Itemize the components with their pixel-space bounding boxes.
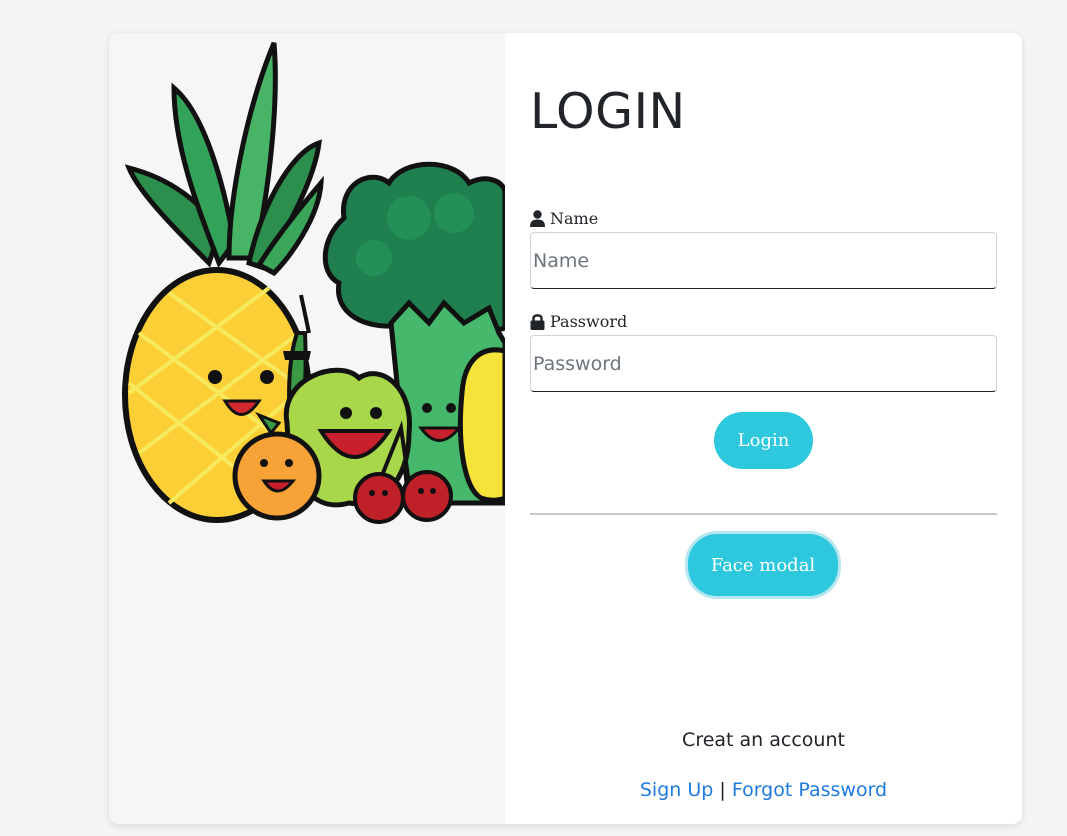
name-label-text: Name	[550, 209, 599, 228]
login-button[interactable]: Login	[714, 412, 813, 469]
page-title: LOGIN	[530, 83, 686, 140]
illustration-panel	[109, 33, 505, 824]
name-input[interactable]	[530, 232, 997, 289]
forgot-password-link[interactable]: Forgot Password	[732, 779, 887, 801]
password-label: Password	[530, 312, 627, 331]
name-label: Name	[530, 209, 598, 228]
face-modal-button[interactable]: Face modal	[688, 534, 838, 596]
fruits-vegetables-illustration	[122, 42, 505, 524]
password-input[interactable]	[530, 335, 997, 392]
login-card: LOGIN Name Password Login Face modal Cre…	[109, 33, 1022, 824]
pineapple-leaves-graphic	[124, 42, 324, 277]
login-panel: LOGIN Name Password Login Face modal Cre…	[505, 33, 1022, 824]
password-label-text: Password	[550, 312, 628, 331]
user-icon	[530, 210, 545, 227]
divider	[530, 513, 997, 515]
lock-icon	[530, 314, 545, 330]
create-account-text: Creat an account	[682, 729, 845, 751]
account-links: Sign Up | Forgot Password	[505, 779, 1022, 801]
pepper-graphic	[457, 347, 505, 503]
link-separator: |	[719, 779, 726, 801]
sign-up-link[interactable]: Sign Up	[640, 779, 713, 801]
